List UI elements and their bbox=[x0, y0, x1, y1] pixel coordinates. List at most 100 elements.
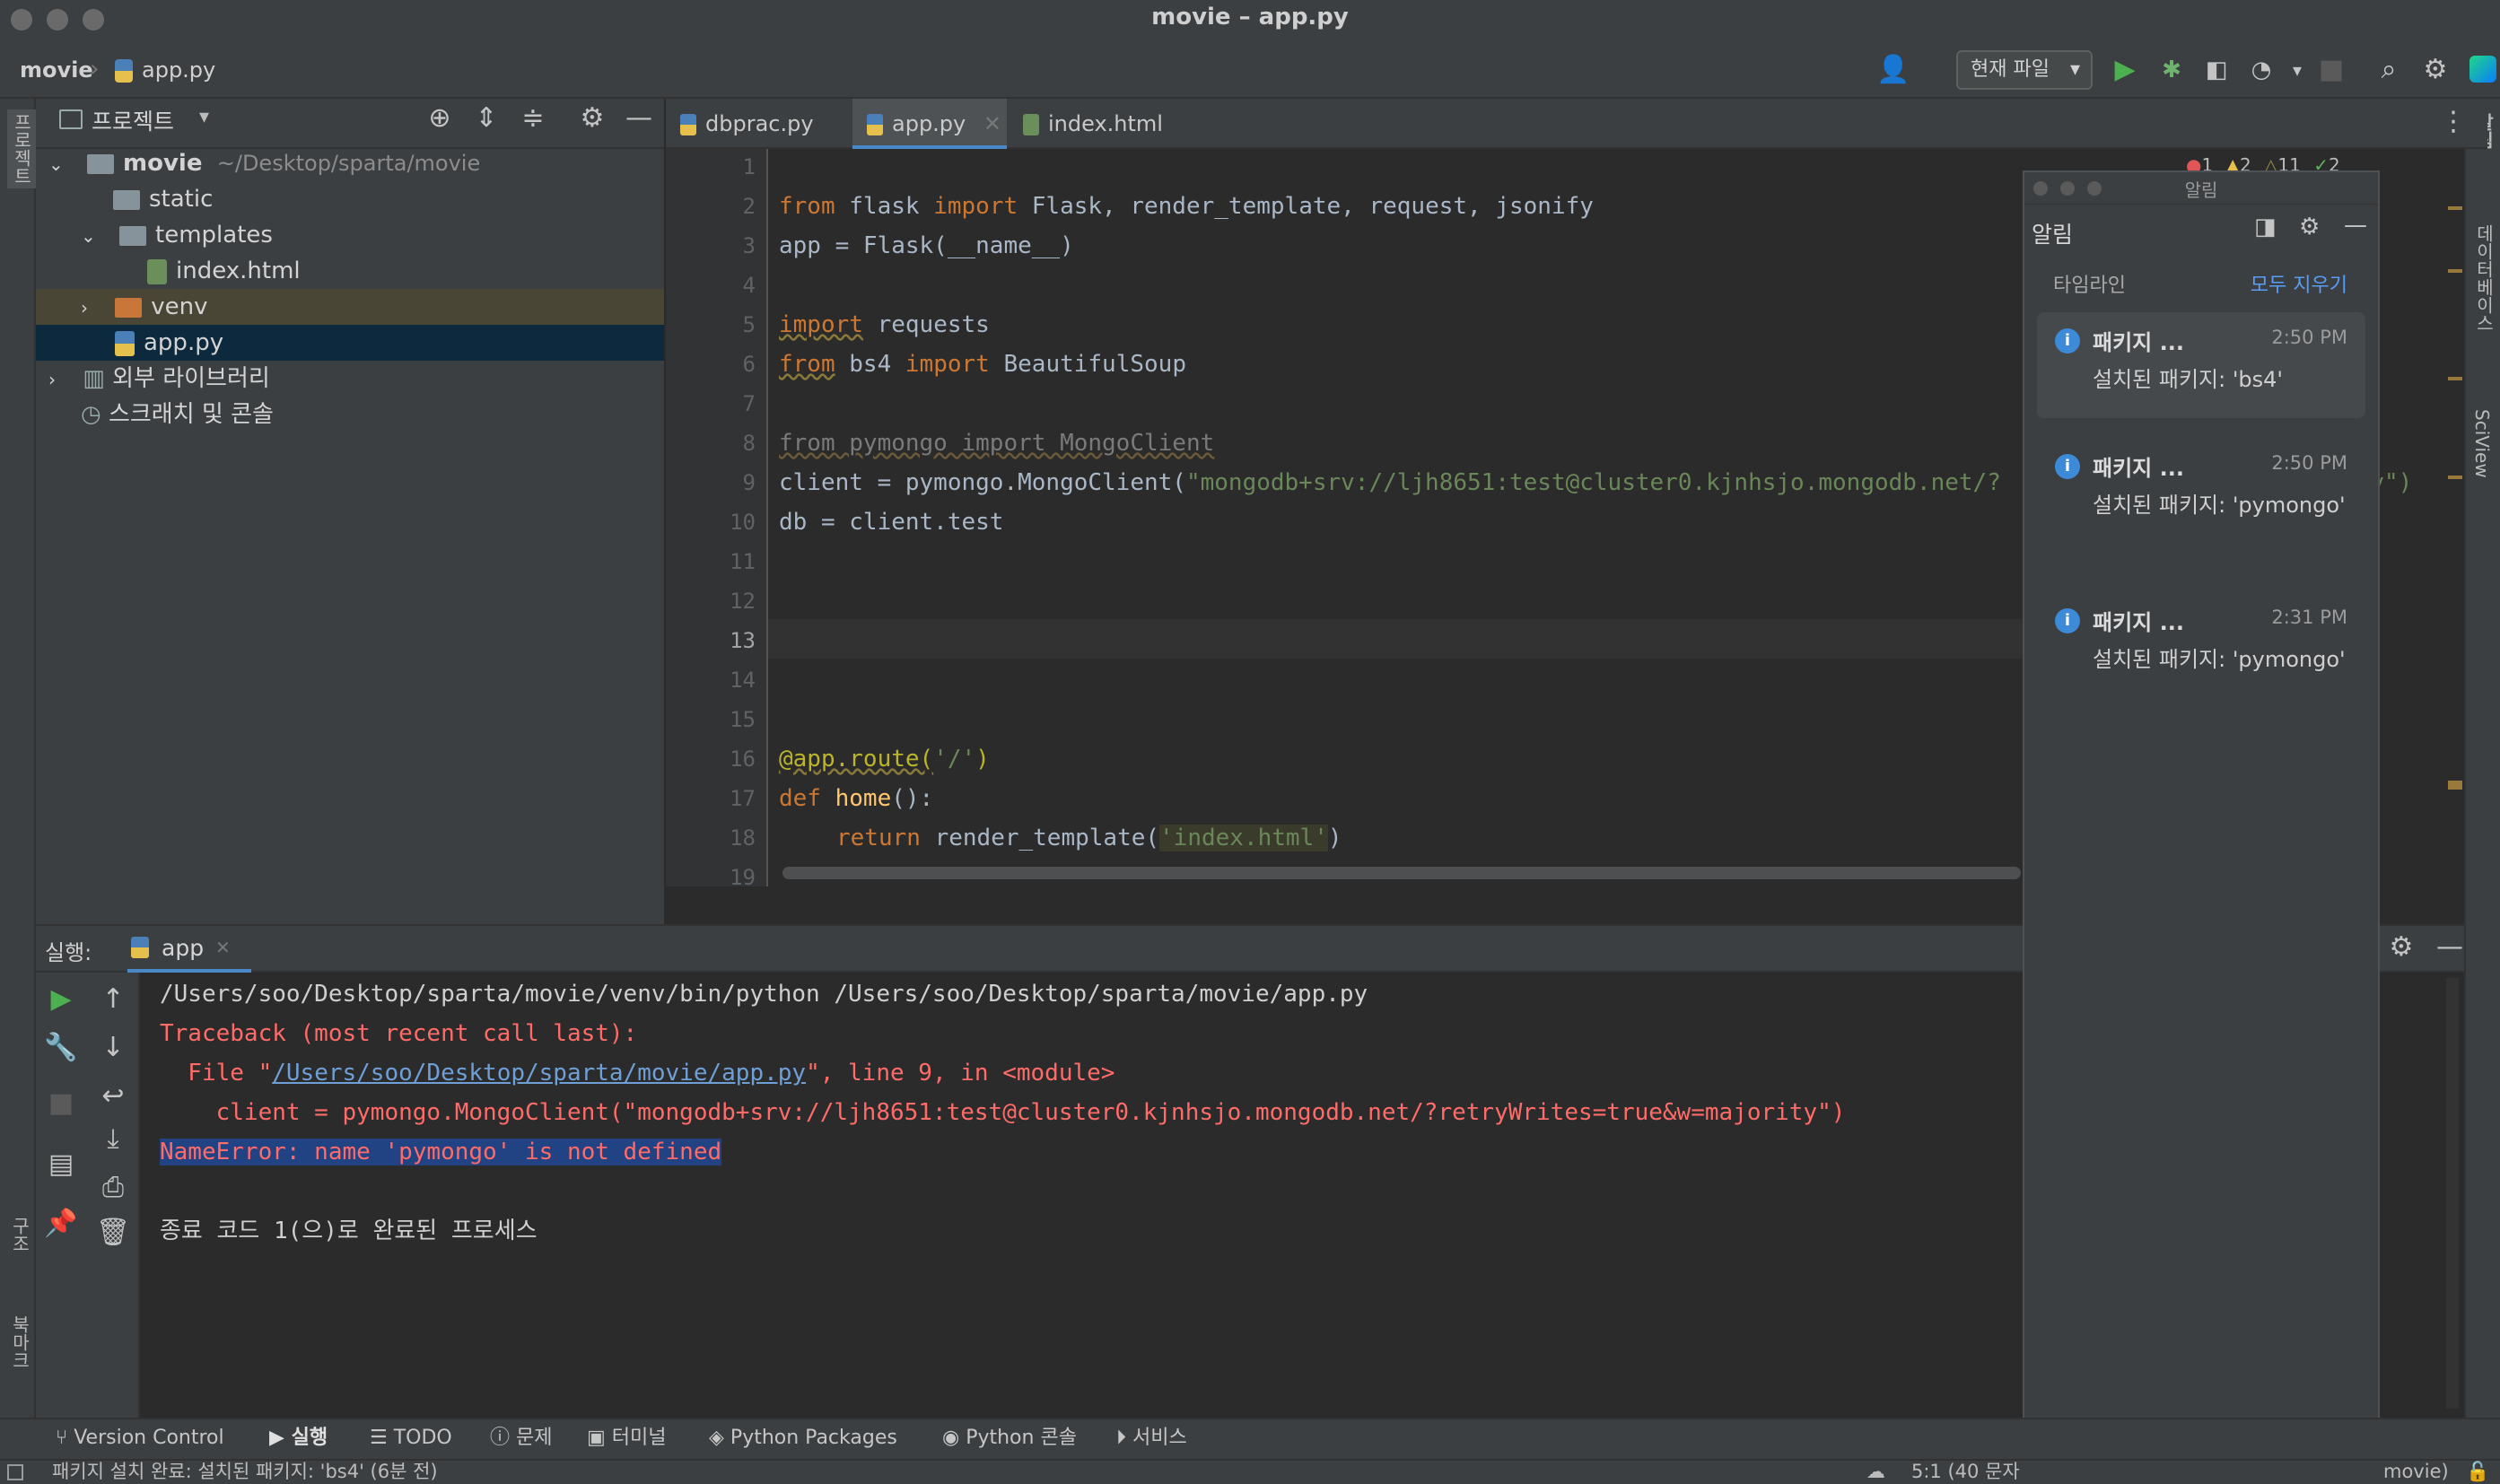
run-config-select[interactable]: 현재 파일 ▾ bbox=[1956, 50, 2093, 90]
console-code-line: client = pymongo.MongoClient("mongodb+sr… bbox=[160, 1099, 1846, 1126]
tree-item-app-py[interactable]: app.py bbox=[36, 325, 664, 361]
tab-terminal[interactable]: ▣ 터미널 bbox=[587, 1421, 667, 1455]
toggle-tool-windows-icon[interactable] bbox=[7, 1464, 23, 1480]
structure-tool-button[interactable]: 구조 bbox=[7, 1217, 33, 1253]
notification-settings-icon[interactable]: ⚙ bbox=[2299, 214, 2320, 240]
tree-item-movie[interactable]: ⌄ movie ~/Desktop/sparta/movie bbox=[36, 145, 664, 181]
chevron-down-icon[interactable]: ⌄ bbox=[81, 225, 96, 247]
console-file-link[interactable]: /Users/soo/Desktop/sparta/movie/app.py bbox=[272, 1060, 806, 1087]
clear-console-icon[interactable]: 🗑 bbox=[95, 1217, 131, 1249]
tab-index-html[interactable]: index.html ✕ bbox=[1009, 99, 1188, 187]
panel-settings-icon[interactable]: ⚙ bbox=[574, 102, 610, 135]
search-icon[interactable]: ⌕ bbox=[2371, 54, 2407, 86]
pin-panel-icon[interactable]: ◨ bbox=[2254, 214, 2277, 240]
problems-icon: ⓘ bbox=[490, 1427, 511, 1449]
line-number: 5 bbox=[742, 312, 756, 337]
pin-icon[interactable]: 📌 bbox=[43, 1208, 79, 1240]
sciview-tool-button[interactable]: SciView bbox=[2471, 409, 2493, 478]
expand-all-icon[interactable]: ⇕ bbox=[468, 102, 504, 135]
more-tabs-icon[interactable]: ⋮ bbox=[2435, 106, 2471, 138]
tree-item-venv[interactable]: › venv bbox=[36, 289, 664, 325]
line-number: 6 bbox=[742, 352, 756, 377]
tab-services[interactable]: ⏵ 서비스 bbox=[1116, 1421, 1187, 1455]
notification-card[interactable]: i 패키지 ... 2:31 PM 설치된 패키지: 'pymongo' bbox=[2037, 592, 2365, 727]
code-token: home bbox=[820, 785, 892, 812]
tree-item-index-html[interactable]: index.html bbox=[36, 253, 664, 289]
stop-run-icon[interactable]: ■ bbox=[43, 1087, 79, 1120]
code-token: from bbox=[779, 193, 835, 220]
caret-position[interactable]: 5:1 (40 문자 bbox=[1911, 1459, 2020, 1484]
close-tab-icon[interactable]: ✕ bbox=[215, 937, 231, 958]
tree-item-scratches[interactable]: ◷ 스크래치 및 콘솔 bbox=[36, 397, 664, 432]
chevron-down-icon[interactable]: ▾ bbox=[199, 106, 209, 128]
error-stripe-mark[interactable] bbox=[2448, 476, 2462, 479]
locate-file-icon[interactable]: ⊕ bbox=[422, 102, 458, 135]
scroll-to-end-icon[interactable]: ⤓ bbox=[95, 1123, 131, 1156]
tree-item-static[interactable]: static bbox=[36, 181, 664, 217]
hide-panel-icon[interactable]: — bbox=[621, 102, 657, 135]
debug-icon[interactable]: ✱ bbox=[2154, 54, 2190, 86]
settings-icon[interactable]: ⚙ bbox=[2417, 54, 2453, 86]
profile-icon[interactable]: ◔ bbox=[2243, 54, 2279, 86]
bookmarks-tool-button[interactable]: 북마크 bbox=[7, 1315, 33, 1369]
tab-todo[interactable]: ☰ TODO bbox=[370, 1421, 452, 1455]
breadcrumb-file[interactable]: app.py bbox=[142, 57, 215, 83]
error-stripe-mark[interactable] bbox=[2448, 269, 2462, 273]
code-token: requests bbox=[862, 311, 990, 338]
layout-icon[interactable]: ▤ bbox=[43, 1148, 79, 1181]
hide-run-icon[interactable]: — bbox=[2432, 931, 2468, 964]
console-scrollbar[interactable] bbox=[2446, 978, 2459, 1409]
project-panel-title[interactable]: 프로젝트 bbox=[92, 104, 174, 136]
edit-config-icon[interactable]: 🔧 bbox=[43, 1032, 79, 1064]
jetbrains-logo-icon[interactable] bbox=[2469, 56, 2496, 83]
chevron-right-icon[interactable]: › bbox=[81, 297, 88, 319]
chevron-down-icon[interactable]: ⌄ bbox=[48, 153, 64, 175]
user-icon[interactable]: 👤 bbox=[1875, 54, 1911, 86]
tab-dbprac[interactable]: dbprac.py ✕ bbox=[666, 99, 845, 187]
error-stripe-mark[interactable] bbox=[2448, 377, 2462, 380]
tab-problems[interactable]: ⓘ 문제 bbox=[490, 1421, 553, 1455]
collapse-all-icon[interactable]: ≑ bbox=[515, 102, 551, 135]
sync-icon[interactable]: ☁ bbox=[1866, 1459, 1885, 1484]
run-icon[interactable]: ▶ bbox=[2107, 54, 2143, 86]
code-line-16: @app.route('/') bbox=[779, 739, 990, 779]
rerun-icon[interactable]: ▶ bbox=[43, 983, 79, 1016]
stop-icon[interactable]: ■ bbox=[2313, 54, 2349, 86]
tab-python-console[interactable]: ◉ Python 콘솔 bbox=[942, 1421, 1077, 1455]
scroll-down-icon[interactable]: ↓ bbox=[95, 1032, 131, 1064]
notification-card[interactable]: i 패키지 ... 2:50 PM 설치된 패키지: 'pymongo' bbox=[2037, 438, 2365, 572]
tree-item-external-libraries[interactable]: › ▥ 외부 라이브러리 bbox=[36, 361, 664, 397]
tab-version-control[interactable]: ⑂ Version Control bbox=[56, 1421, 224, 1455]
breadcrumb-project[interactable]: movie bbox=[20, 57, 93, 83]
print-icon[interactable]: ⎙ bbox=[95, 1172, 131, 1204]
line-number: 17 bbox=[730, 786, 756, 811]
interpreter-status[interactable]: movie) bbox=[2383, 1459, 2449, 1484]
tab-run[interactable]: ▶ 실행 bbox=[269, 1421, 328, 1455]
lock-icon[interactable]: 🔓 bbox=[2466, 1459, 2489, 1484]
status-message[interactable]: 패키지 설치 완료: 설치된 패키지: 'bs4' (6분 전) bbox=[52, 1459, 438, 1484]
tab-python-packages[interactable]: ◈ Python Packages bbox=[709, 1421, 897, 1455]
chevron-down-icon: ▾ bbox=[2069, 58, 2080, 81]
close-tab-icon[interactable]: ✕ bbox=[983, 111, 1001, 136]
editor-horizontal-scrollbar[interactable] bbox=[782, 867, 2021, 879]
hide-notifications-icon[interactable]: — bbox=[2344, 212, 2367, 239]
error-stripe-mark[interactable] bbox=[2448, 206, 2462, 210]
chevron-right-icon[interactable]: › bbox=[48, 369, 56, 390]
coverage-icon[interactable]: ◧ bbox=[2198, 54, 2234, 86]
code-line-3: app = Flask(__name__) bbox=[779, 232, 1074, 259]
error-stripe-mark[interactable] bbox=[2448, 781, 2462, 790]
more-run-chevron-icon[interactable]: ▾ bbox=[2279, 54, 2315, 86]
code-token: import bbox=[905, 351, 990, 378]
clear-all-link[interactable]: 모두 지우기 bbox=[2251, 269, 2347, 298]
tree-item-templates[interactable]: ⌄ templates bbox=[36, 217, 664, 253]
soft-wrap-icon[interactable]: ↩ bbox=[95, 1080, 131, 1113]
run-tab-app[interactable]: app ✕ bbox=[127, 926, 251, 973]
notification-card[interactable]: i 패키지 ... 2:50 PM 설치된 패키지: 'bs4' bbox=[2037, 312, 2365, 418]
code-token: import bbox=[779, 311, 863, 338]
console-command: /Users/soo/Desktop/sparta/movie/venv/bin… bbox=[160, 981, 1368, 1008]
tab-app-py[interactable]: app.py ✕ bbox=[852, 99, 1007, 149]
scroll-up-icon[interactable]: ↑ bbox=[95, 983, 131, 1016]
run-settings-icon[interactable]: ⚙ bbox=[2383, 931, 2419, 964]
project-tool-button[interactable]: 프로젝트 bbox=[7, 109, 37, 188]
database-tool-button[interactable]: 데이터베이스 bbox=[2471, 224, 2497, 332]
